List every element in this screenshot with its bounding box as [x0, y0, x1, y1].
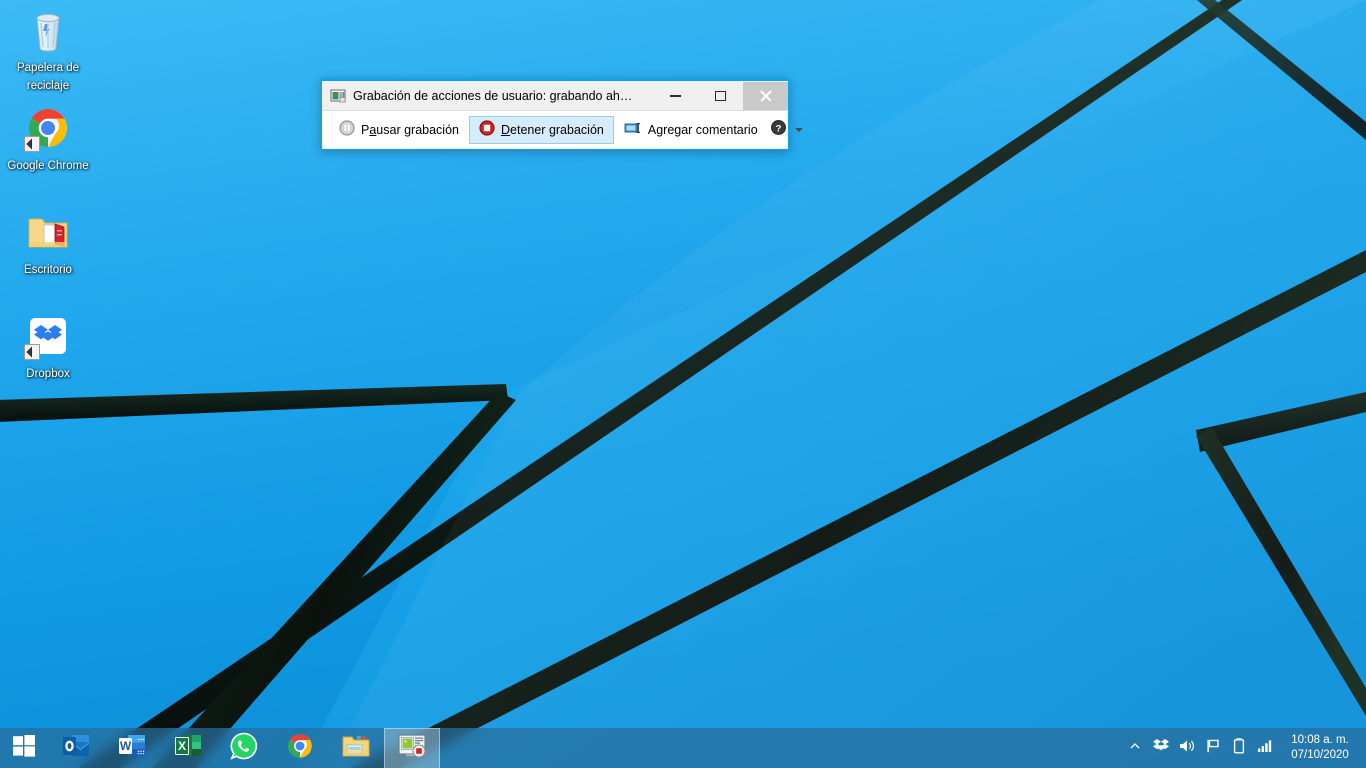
- tray-volume[interactable]: [1174, 728, 1200, 768]
- word-icon: W: [117, 731, 147, 766]
- windows-logo-icon: [13, 734, 35, 762]
- add-comment-icon: [624, 120, 642, 139]
- clock-time: 10:08 a. m.: [1291, 734, 1349, 746]
- tray-action-center[interactable]: [1200, 728, 1226, 768]
- help-icon: ?: [770, 119, 787, 141]
- start-button[interactable]: [0, 728, 48, 768]
- window-title: Grabación de acciones de usuario: graban…: [353, 88, 633, 103]
- psr-window[interactable]: Grabación de acciones de usuario: graban…: [321, 78, 789, 150]
- recorder-icon: [397, 732, 427, 765]
- taskbar-word[interactable]: W: [104, 728, 160, 768]
- excel-icon: X: [173, 731, 203, 766]
- window-toolbar: Pausar grabación Detener grabación Agreg…: [323, 110, 787, 148]
- whatsapp-icon: [230, 732, 258, 765]
- folder-icon: [341, 732, 371, 765]
- tray-battery[interactable]: [1226, 728, 1252, 768]
- close-icon: [760, 90, 772, 102]
- pause-icon: [339, 120, 355, 139]
- outlook-icon: [61, 731, 91, 766]
- taskbar-explorer[interactable]: [328, 728, 384, 768]
- system-tray: 10:08 a. m. 07/10/2020: [1122, 728, 1366, 768]
- show-hidden-icons-button[interactable]: [1122, 728, 1148, 768]
- pause-recording-label: Pausar grabación: [361, 122, 459, 137]
- desktop-icon-escritorio[interactable]: Escritorio: [0, 208, 96, 278]
- stop-recording-label: Detener grabación: [501, 122, 604, 137]
- desktop-icon-dropbox[interactable]: Dropbox: [0, 312, 96, 382]
- chevron-up-icon: [1129, 739, 1141, 757]
- taskbar-outlook[interactable]: [48, 728, 104, 768]
- recorder-icon: [330, 88, 346, 104]
- maximize-button[interactable]: [698, 82, 743, 110]
- minimize-button[interactable]: [653, 82, 698, 110]
- taskbar-psr[interactable]: [384, 728, 440, 768]
- desktop[interactable]: Papelera de reciclaje Google Chrome Escr…: [0, 0, 1366, 768]
- dropbox-icon: [1152, 737, 1170, 760]
- desktop-icon-label: Dropbox: [26, 368, 70, 380]
- flag-icon: [1205, 738, 1221, 759]
- battery-icon: [1232, 737, 1246, 760]
- recycle-bin-icon: [24, 6, 72, 54]
- dropbox-icon: [24, 312, 72, 360]
- shortcut-arrow-icon: [24, 344, 40, 360]
- svg-text:W: W: [120, 739, 132, 753]
- folder-icon: [24, 208, 72, 256]
- add-comment-button[interactable]: Agregar comentario: [614, 116, 768, 144]
- add-comment-label: Agregar comentario: [647, 122, 758, 137]
- taskbar-whatsapp[interactable]: [216, 728, 272, 768]
- desktop-icon-google-chrome[interactable]: Google Chrome: [0, 104, 96, 174]
- minimize-icon: [670, 94, 681, 97]
- speaker-icon: [1178, 738, 1196, 759]
- tray-network[interactable]: [1252, 728, 1278, 768]
- help-group: ?: [768, 119, 814, 141]
- close-button[interactable]: [743, 81, 788, 110]
- stop-recording-button[interactable]: Detener grabación: [469, 115, 614, 144]
- tray-dropbox[interactable]: [1148, 728, 1174, 768]
- maximize-icon: [715, 90, 726, 101]
- svg-text:X: X: [178, 739, 186, 753]
- taskbar-excel[interactable]: X: [160, 728, 216, 768]
- chevron-down-icon[interactable]: [790, 119, 808, 141]
- signal-bars-icon: [1257, 739, 1273, 758]
- desktop-icon-label: Google Chrome: [7, 160, 89, 172]
- chrome-icon: [286, 732, 314, 765]
- desktop-icon-label: Escritorio: [24, 264, 72, 276]
- taskbar[interactable]: W X 10:08 a. m. 07/10/2020: [0, 728, 1366, 768]
- pause-recording-button[interactable]: Pausar grabación: [329, 116, 469, 144]
- stop-record-icon: [479, 120, 495, 139]
- taskbar-chrome[interactable]: [272, 728, 328, 768]
- clock-date: 07/10/2020: [1291, 749, 1349, 761]
- chrome-icon: [24, 104, 72, 152]
- taskbar-clock[interactable]: 10:08 a. m. 07/10/2020: [1278, 728, 1362, 768]
- help-button[interactable]: ?: [768, 119, 790, 141]
- svg-text:?: ?: [776, 123, 782, 134]
- desktop-icon-label: Papelera de reciclaje: [16, 62, 80, 92]
- shortcut-arrow-icon: [24, 136, 40, 152]
- window-titlebar[interactable]: Grabación de acciones de usuario: graban…: [322, 81, 788, 110]
- desktop-icon-recycle-bin[interactable]: Papelera de reciclaje: [0, 6, 96, 94]
